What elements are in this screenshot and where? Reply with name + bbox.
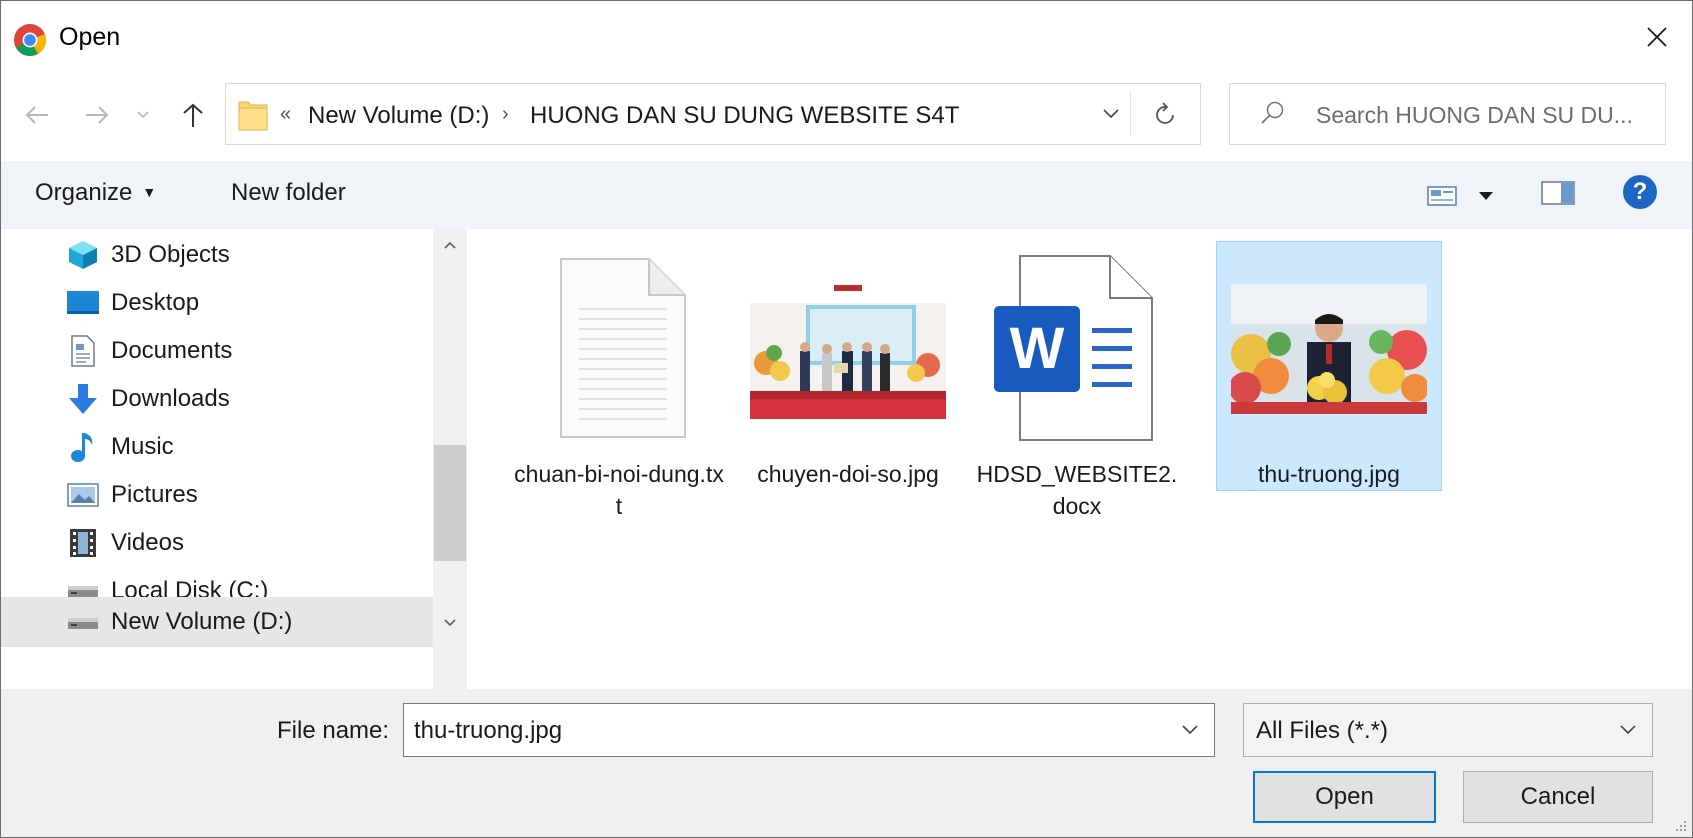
help-button[interactable]: ? xyxy=(1623,175,1657,209)
videos-icon xyxy=(63,523,103,563)
caret-down-icon xyxy=(1479,192,1493,200)
file-type-select[interactable]: All Files (*.*) xyxy=(1243,703,1653,757)
chevron-down-icon xyxy=(444,619,456,627)
navigation-pane-scrollbar[interactable] xyxy=(433,229,467,689)
svg-text:W: W xyxy=(1010,316,1065,381)
file-name-input[interactable] xyxy=(412,714,1156,748)
image-thumbnail xyxy=(1217,254,1441,444)
breadcrumb-current-folder[interactable]: HUONG DAN SU DUNG WEBSITE S4T xyxy=(530,102,959,130)
search-input[interactable] xyxy=(1314,98,1658,132)
address-bar[interactable]: « New Volume (D:) › HUONG DAN SU DUNG WE… xyxy=(225,83,1201,145)
arrow-up-icon xyxy=(183,103,203,127)
file-name-label: chuyen-doi-so.jpg xyxy=(757,461,939,487)
sidebar-item-label: New Volume (D:) xyxy=(111,608,293,635)
chevron-down-icon xyxy=(137,111,149,119)
arrow-right-icon xyxy=(86,106,109,124)
title-bar: Open xyxy=(1,1,1692,73)
cancel-button[interactable]: Cancel xyxy=(1463,771,1653,823)
desktop-icon xyxy=(63,283,103,323)
pictures-icon xyxy=(63,475,103,515)
close-icon xyxy=(1647,27,1667,47)
sidebar-item-downloads[interactable]: Downloads xyxy=(1,373,433,425)
change-view-button[interactable] xyxy=(1427,181,1493,211)
open-file-dialog: Open « New Volume (D:) › HUONG DAN SU DU… xyxy=(0,0,1693,838)
sidebar-item-label: Pictures xyxy=(111,481,198,508)
sidebar-item-label: Videos xyxy=(111,529,184,556)
refresh-icon xyxy=(1156,102,1174,124)
navigation-pane: 3D Objects Desktop Documents Downloads M… xyxy=(1,229,469,689)
new-folder-button[interactable]: New folder xyxy=(231,179,346,207)
file-item-thu-truong[interactable]: thu-truong.jpg xyxy=(1216,241,1442,491)
chevron-down-icon xyxy=(1182,725,1198,735)
breadcrumb-overflow[interactable]: « xyxy=(280,103,291,126)
breadcrumb-separator[interactable]: › xyxy=(502,103,509,126)
organize-button[interactable]: Organize ▼ xyxy=(35,179,156,207)
address-divider xyxy=(1130,92,1131,136)
chevron-up-icon xyxy=(444,241,456,249)
up-button[interactable] xyxy=(177,95,209,135)
preview-pane-icon xyxy=(1541,181,1575,205)
sidebar-item-desktop[interactable]: Desktop xyxy=(1,277,433,329)
file-name-label: HDSD_WEBSITE2.docx xyxy=(976,461,1178,519)
folder-icon xyxy=(238,101,268,131)
back-button[interactable] xyxy=(19,95,55,135)
search-box[interactable] xyxy=(1229,83,1666,145)
forward-button[interactable] xyxy=(79,95,115,135)
recent-locations-button[interactable] xyxy=(131,95,155,135)
command-bar: Organize ▼ New folder ? xyxy=(1,161,1692,229)
chevron-down-icon xyxy=(1620,725,1636,735)
close-button[interactable] xyxy=(1622,1,1692,73)
chevron-down-icon xyxy=(1103,109,1119,119)
sidebar-item-label: Music xyxy=(111,433,174,460)
caret-down-icon: ▼ xyxy=(142,184,157,200)
organize-label: Organize xyxy=(35,179,133,206)
scroll-up-button[interactable] xyxy=(433,229,467,261)
downloads-icon xyxy=(63,379,103,419)
file-type-dropdown-button[interactable] xyxy=(1604,704,1652,756)
sidebar-item-label: 3D Objects xyxy=(111,241,230,268)
arrow-left-icon xyxy=(25,106,48,124)
sidebar-item-music[interactable]: Music xyxy=(1,421,433,473)
file-name-label: chuan-bi-noi-dung.txt xyxy=(514,461,724,519)
refresh-button[interactable] xyxy=(1132,84,1200,144)
word-document-icon: W xyxy=(965,254,1189,444)
sidebar-item-pictures[interactable]: Pictures xyxy=(1,469,433,521)
scroll-down-button[interactable] xyxy=(433,607,467,639)
file-name-label: thu-truong.jpg xyxy=(1258,461,1400,487)
image-thumbnail xyxy=(736,254,960,444)
open-button[interactable]: Open xyxy=(1253,771,1436,823)
resize-grip-icon[interactable] xyxy=(1674,819,1688,833)
file-item-chuan-bi-noi-dung[interactable]: chuan-bi-noi-dung.txt xyxy=(506,241,732,519)
sidebar-item-3d-objects[interactable]: 3D Objects xyxy=(1,229,433,281)
preview-pane-button[interactable] xyxy=(1541,181,1575,210)
sidebar-item-label: Desktop xyxy=(111,289,200,316)
file-item-chuyen-doi-so[interactable]: chuyen-doi-so.jpg xyxy=(735,241,961,491)
breadcrumb-new-volume[interactable]: New Volume (D:) xyxy=(308,102,489,130)
file-type-value: All Files (*.*) xyxy=(1256,717,1389,744)
navigation-bar: « New Volume (D:) › HUONG DAN SU DUNG WE… xyxy=(1,73,1692,161)
file-name-dropdown-button[interactable] xyxy=(1166,704,1214,756)
dialog-footer: File name: All Files (*.*) Open Cancel xyxy=(1,689,1692,837)
text-file-icon xyxy=(507,254,731,444)
view-icon xyxy=(1427,186,1457,206)
file-name-combobox[interactable] xyxy=(403,703,1215,757)
dialog-title: Open xyxy=(59,23,121,51)
documents-icon xyxy=(63,331,103,371)
drive-icon xyxy=(63,603,103,643)
sidebar-item-label: Downloads xyxy=(111,385,230,412)
file-item-hdsd-website2[interactable]: W HDSD_WEBSITE2.docx xyxy=(964,241,1190,519)
sidebar-item-videos[interactable]: Videos xyxy=(1,517,433,569)
search-icon xyxy=(1261,101,1284,124)
sidebar-item-documents[interactable]: Documents xyxy=(1,325,433,377)
music-icon xyxy=(63,427,103,467)
scrollbar-thumb[interactable] xyxy=(434,445,466,561)
chrome-icon xyxy=(14,24,47,57)
file-name-label: File name: xyxy=(277,717,390,744)
sidebar-item-new-volume-d[interactable]: New Volume (D:) xyxy=(1,597,433,647)
sidebar-item-label: Documents xyxy=(111,337,233,364)
3d-objects-icon xyxy=(63,235,103,275)
file-list: chuan-bi-noi-dung.txt chuyen-doi-so.jpg … xyxy=(469,229,1692,689)
